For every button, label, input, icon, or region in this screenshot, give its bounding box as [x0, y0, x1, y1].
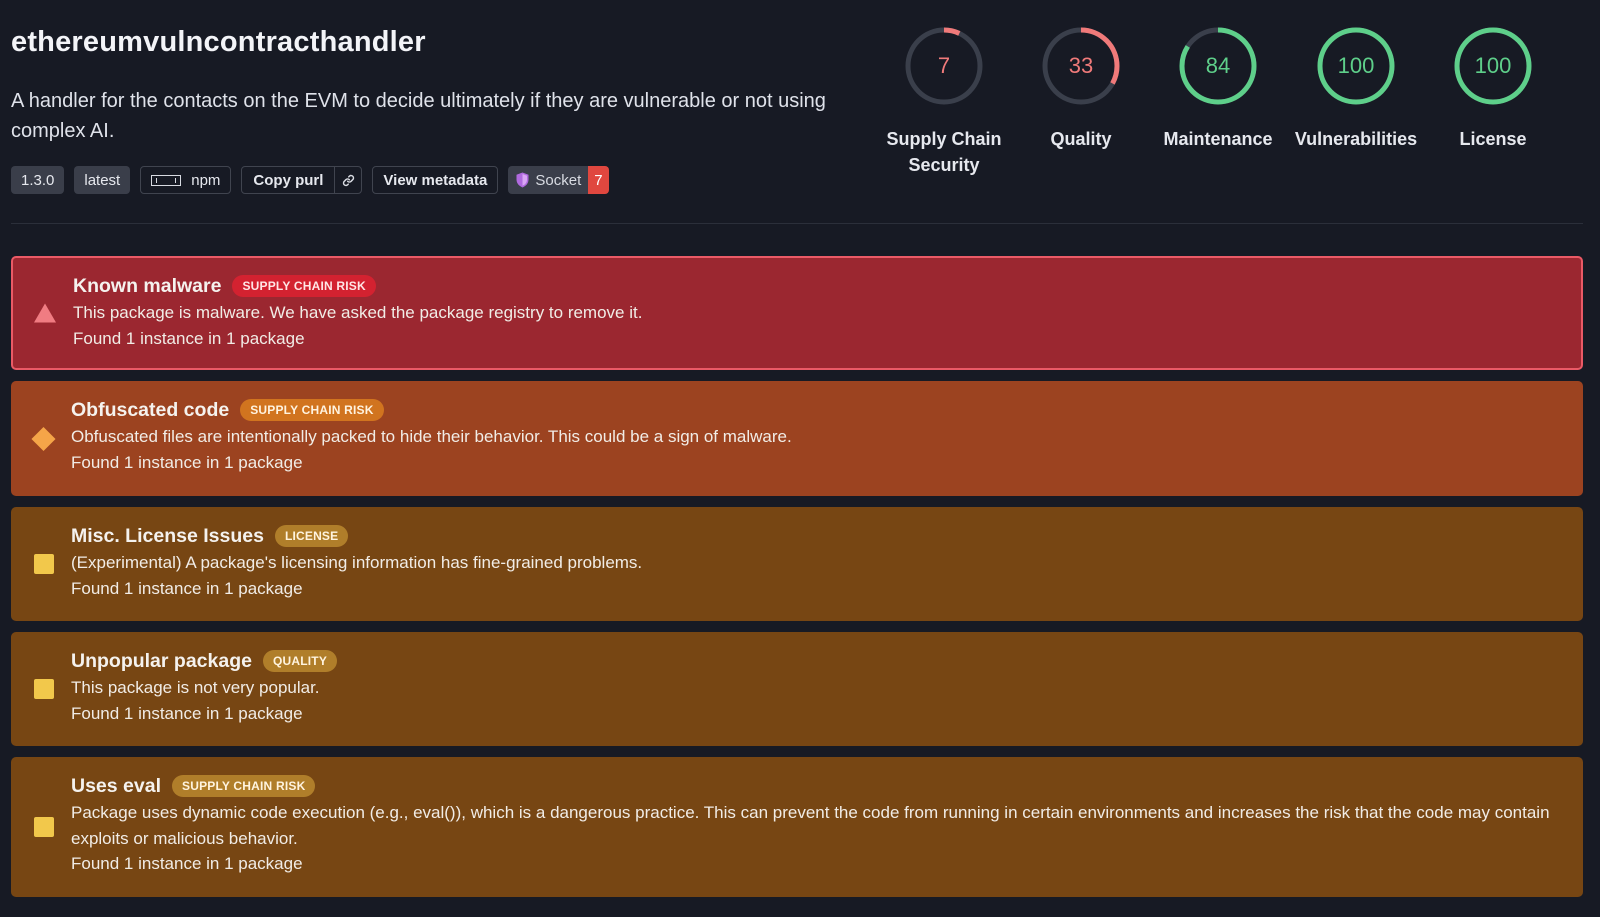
gauge-value: 100	[1338, 53, 1375, 78]
socket-badge-main: Socket	[508, 166, 589, 194]
gauge-ring: 100	[1454, 27, 1532, 105]
alert-category-badge: SUPPLY CHAIN RISK	[232, 275, 376, 297]
gauge-ring: 7	[905, 27, 983, 105]
gauge-label: Quality	[1050, 129, 1112, 149]
gauge-ring: 100	[1317, 27, 1395, 105]
alert-description: Package uses dynamic code execution (e.g…	[71, 803, 1550, 848]
score-vulnerabilities[interactable]: 100 Vulnerabilities	[1287, 26, 1425, 152]
square-icon	[34, 679, 54, 699]
version-tag[interactable]: 1.3.0	[11, 166, 65, 194]
alert-title: Misc. License Issues	[71, 524, 264, 547]
gauge-value: 7	[938, 53, 950, 78]
alert-found-count[interactable]: Found 1 instance in 1 package	[73, 326, 1561, 351]
package-header: ethereumvulncontracthandler A handler fo…	[11, 0, 1583, 224]
score-maintenance[interactable]: 84 Maintenance	[1149, 26, 1287, 152]
score-quality[interactable]: 33 Quality	[1012, 26, 1150, 152]
gauge-ring: 84	[1179, 27, 1257, 105]
copy-purl-label: Copy purl	[242, 167, 336, 193]
score-supply-chain-security[interactable]: 7 Supply Chain Security	[875, 26, 1013, 178]
alert-obfuscated-code[interactable]: Obfuscated code SUPPLY CHAIN RISK Obfusc…	[11, 381, 1583, 496]
socket-label: Socket	[535, 171, 582, 189]
gauge-ring: 33	[1042, 27, 1120, 105]
score-license[interactable]: 100 License	[1424, 26, 1562, 152]
gauge-label: License	[1459, 129, 1527, 149]
alert-found-count[interactable]: Found 1 instance in 1 package	[71, 851, 1563, 876]
alert-uses-eval[interactable]: Uses eval SUPPLY CHAIN RISK Package uses…	[11, 757, 1583, 897]
copy-purl-button[interactable]: Copy purl	[241, 166, 363, 194]
alert-known-malware[interactable]: Known malware SUPPLY CHAIN RISK This pac…	[11, 256, 1583, 370]
socket-count: 7	[588, 166, 609, 194]
alert-description: This package is malware. We have asked t…	[73, 303, 643, 322]
diamond-icon	[31, 426, 56, 451]
alert-category-badge: SUPPLY CHAIN RISK	[172, 775, 316, 797]
package-title: ethereumvulncontracthandler	[11, 26, 426, 58]
header-divider	[11, 223, 1583, 224]
alert-description: This package is not very popular.	[71, 678, 320, 697]
package-tags: 1.3.0 latest npm Copy purl View metadata	[11, 166, 609, 194]
alert-title: Obfuscated code	[71, 398, 230, 421]
alerts-list: Known malware SUPPLY CHAIN RISK This pac…	[11, 256, 1583, 908]
alert-title: Uses eval	[71, 774, 161, 797]
gauge-label: Vulnerabilities	[1294, 129, 1418, 149]
alert-category-badge: SUPPLY CHAIN RISK	[240, 399, 384, 421]
gauge-label: Supply Chain Security	[875, 126, 1013, 178]
alert-found-count[interactable]: Found 1 instance in 1 package	[71, 701, 1563, 726]
alert-misc-license-issues[interactable]: Misc. License Issues LICENSE (Experiment…	[11, 507, 1583, 621]
alert-title: Known malware	[73, 274, 222, 297]
alert-category-badge: QUALITY	[262, 650, 338, 672]
npm-label: npm	[191, 171, 221, 189]
gauge-label-line1: Supply Chain	[886, 129, 1002, 149]
warning-triangle-icon	[34, 303, 56, 323]
gauge-value: 33	[1069, 53, 1093, 78]
alert-found-count[interactable]: Found 1 instance in 1 package	[71, 450, 1563, 475]
view-metadata-button[interactable]: View metadata	[372, 166, 499, 194]
gauge-label-line2: Security	[908, 155, 980, 175]
npm-icon	[151, 174, 182, 186]
gauge-value: 84	[1206, 53, 1230, 78]
package-description: A handler for the contacts on the EVM to…	[11, 90, 826, 142]
socket-badge[interactable]: Socket 7	[508, 166, 609, 194]
alert-description: (Experimental) A package's licensing inf…	[71, 553, 643, 572]
latest-tag[interactable]: latest	[74, 166, 131, 194]
alert-category-badge: LICENSE	[274, 525, 349, 547]
gauge-value: 100	[1475, 53, 1512, 78]
npm-link[interactable]: npm	[140, 166, 232, 194]
alert-title: Unpopular package	[71, 649, 252, 672]
alert-unpopular-package[interactable]: Unpopular package QUALITY This package i…	[11, 632, 1583, 746]
square-icon	[34, 817, 54, 837]
link-icon[interactable]	[335, 167, 361, 193]
gauge-label: Maintenance	[1163, 129, 1273, 149]
alert-description: Obfuscated files are intentionally packe…	[71, 427, 792, 446]
square-icon	[34, 554, 54, 574]
socket-shield-icon	[516, 172, 529, 188]
alert-found-count[interactable]: Found 1 instance in 1 package	[71, 576, 1563, 601]
